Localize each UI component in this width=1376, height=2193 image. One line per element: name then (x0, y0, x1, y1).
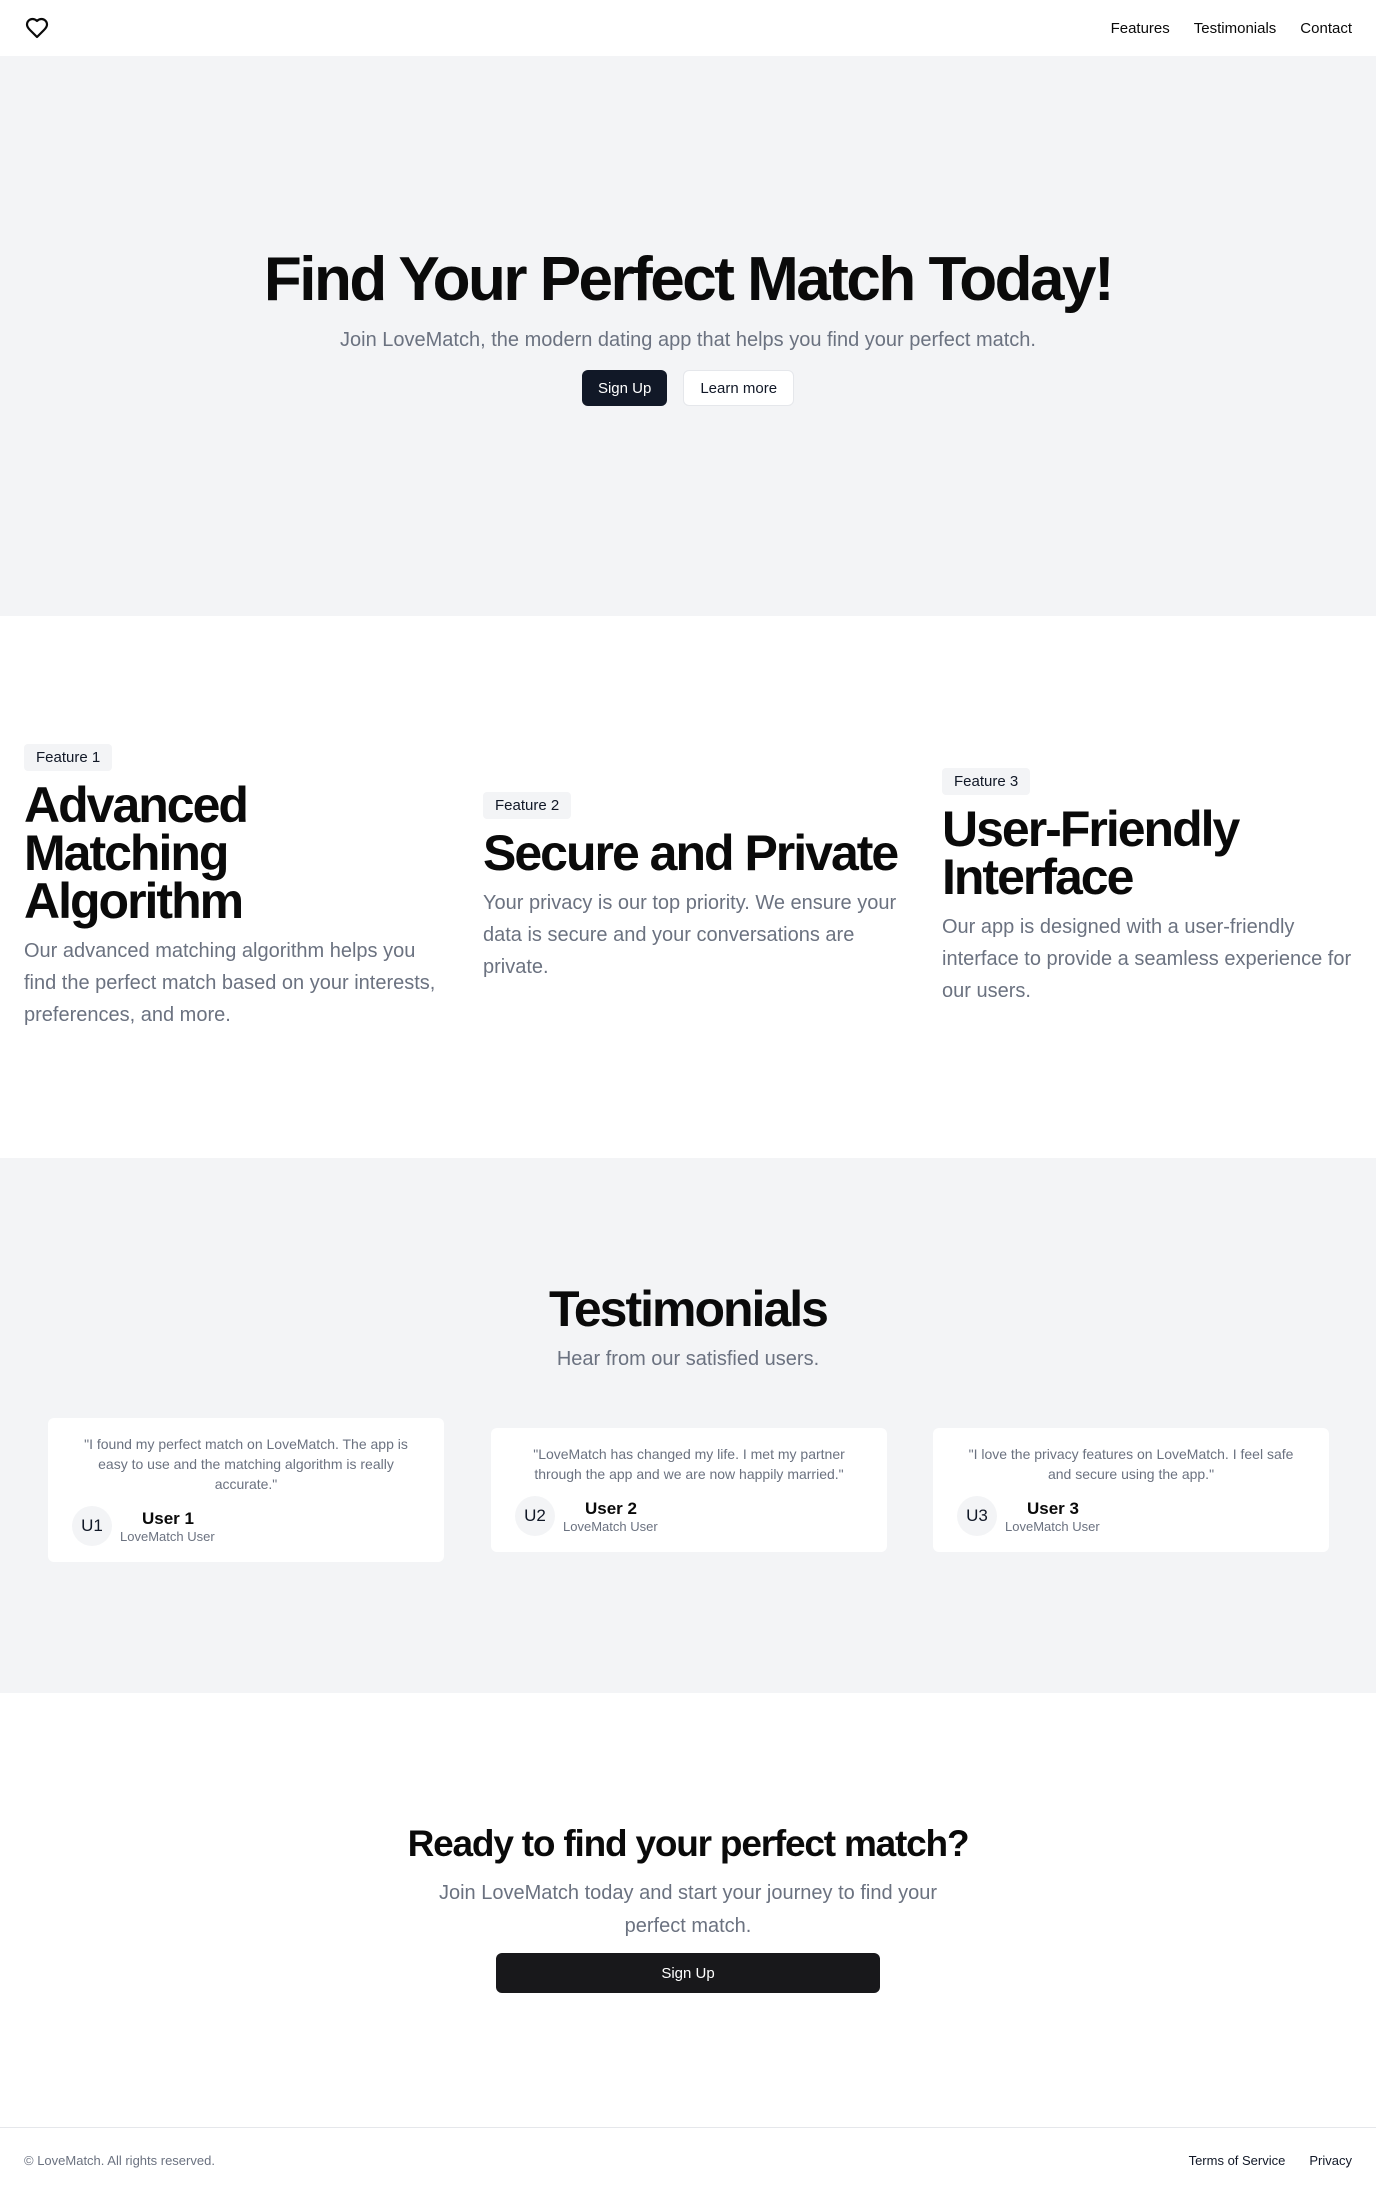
features-section: Feature 1 Advanced Matching Algorithm Ou… (0, 616, 1376, 1158)
feature-card: Feature 2 Secure and Private Your privac… (483, 792, 903, 983)
author-name: User 1 (142, 1508, 194, 1528)
testimonial-author: U2 User 2 LoveMatch User (515, 1496, 863, 1536)
testimonials-title: Testimonials (549, 1281, 829, 1337)
cta-subtitle: Join LoveMatch today and start your jour… (438, 1882, 938, 1937)
feature-title: Advanced Matching Algorithm (24, 777, 249, 929)
site-footer: © LoveMatch. All rights reserved. Terms … (0, 2127, 1376, 2193)
testimonial-card: "LoveMatch has changed my life. I met my… (491, 1428, 887, 1552)
feature-card: Feature 3 User-Friendly Interface Our ap… (942, 768, 1362, 1007)
testimonial-author: U3 User 3 LoveMatch User (957, 1496, 1305, 1536)
copyright-text: © LoveMatch. All rights reserved. (24, 2153, 215, 2168)
feature-badge: Feature 1 (24, 744, 113, 771)
hero-title: Find Your Perfect Match Today! (263, 245, 1115, 314)
learn-more-button[interactable]: Learn more (683, 370, 795, 407)
hero-section: Find Your Perfect Match Today! Join Love… (0, 56, 1376, 616)
feature-title: Secure and Private (483, 825, 899, 881)
testimonial-card: "I found my perfect match on LoveMatch. … (48, 1418, 444, 1562)
testimonial-quote: "I love the privacy features on LoveMatc… (968, 1446, 1294, 1482)
testimonial-quote: "LoveMatch has changed my life. I met my… (533, 1446, 845, 1482)
main-nav: Features Testimonials Contact (1111, 20, 1352, 37)
cta-title: Ready to find your perfect match? (407, 1823, 970, 1864)
hero-subtitle: Join LoveMatch, the modern dating app th… (340, 329, 1036, 352)
nav-link-features[interactable]: Features (1111, 20, 1170, 37)
footer-links: Terms of Service Privacy (1189, 2153, 1352, 2168)
feature-description: Our advanced matching algorithm helps yo… (24, 940, 436, 1026)
feature-description: Our app is designed with a user-friendly… (942, 916, 1352, 1002)
terms-link[interactable]: Terms of Service (1189, 2153, 1286, 2168)
testimonials-section: Testimonials Hear from our satisfied use… (0, 1158, 1376, 1693)
feature-description: Your privacy is our top priority. We ens… (483, 892, 897, 978)
author-role: LoveMatch User (1005, 1518, 1100, 1534)
privacy-link[interactable]: Privacy (1309, 2153, 1352, 2168)
feature-title: User-Friendly Interface (942, 801, 1240, 905)
sign-up-button[interactable]: Sign Up (581, 370, 668, 407)
nav-link-contact[interactable]: Contact (1300, 20, 1352, 37)
site-header: Features Testimonials Contact (0, 0, 1376, 56)
testimonials-subtitle: Hear from our satisfied users. (556, 1348, 820, 1370)
feature-card: Feature 1 Advanced Matching Algorithm Ou… (24, 744, 444, 1031)
feature-badge: Feature 2 (483, 792, 572, 819)
author-role: LoveMatch User (563, 1518, 658, 1534)
avatar: U1 (72, 1506, 112, 1546)
author-name: User 2 (585, 1498, 637, 1518)
author-role: LoveMatch User (120, 1528, 215, 1544)
heart-icon[interactable] (24, 15, 50, 41)
testimonial-quote: "I found my perfect match on LoveMatch. … (84, 1436, 408, 1492)
author-name: User 3 (1027, 1498, 1079, 1518)
cta-sign-up-button[interactable]: Sign Up (496, 1953, 880, 1993)
feature-badge: Feature 3 (942, 768, 1031, 795)
testimonial-author: U1 User 1 LoveMatch User (72, 1506, 420, 1546)
testimonial-card: "I love the privacy features on LoveMatc… (933, 1428, 1329, 1552)
hero-buttons: Sign Up Learn more (581, 370, 795, 407)
avatar: U2 (515, 1496, 555, 1536)
avatar: U3 (957, 1496, 997, 1536)
cta-section: Ready to find your perfect match? Join L… (0, 1693, 1376, 2127)
nav-link-testimonials[interactable]: Testimonials (1194, 20, 1277, 37)
